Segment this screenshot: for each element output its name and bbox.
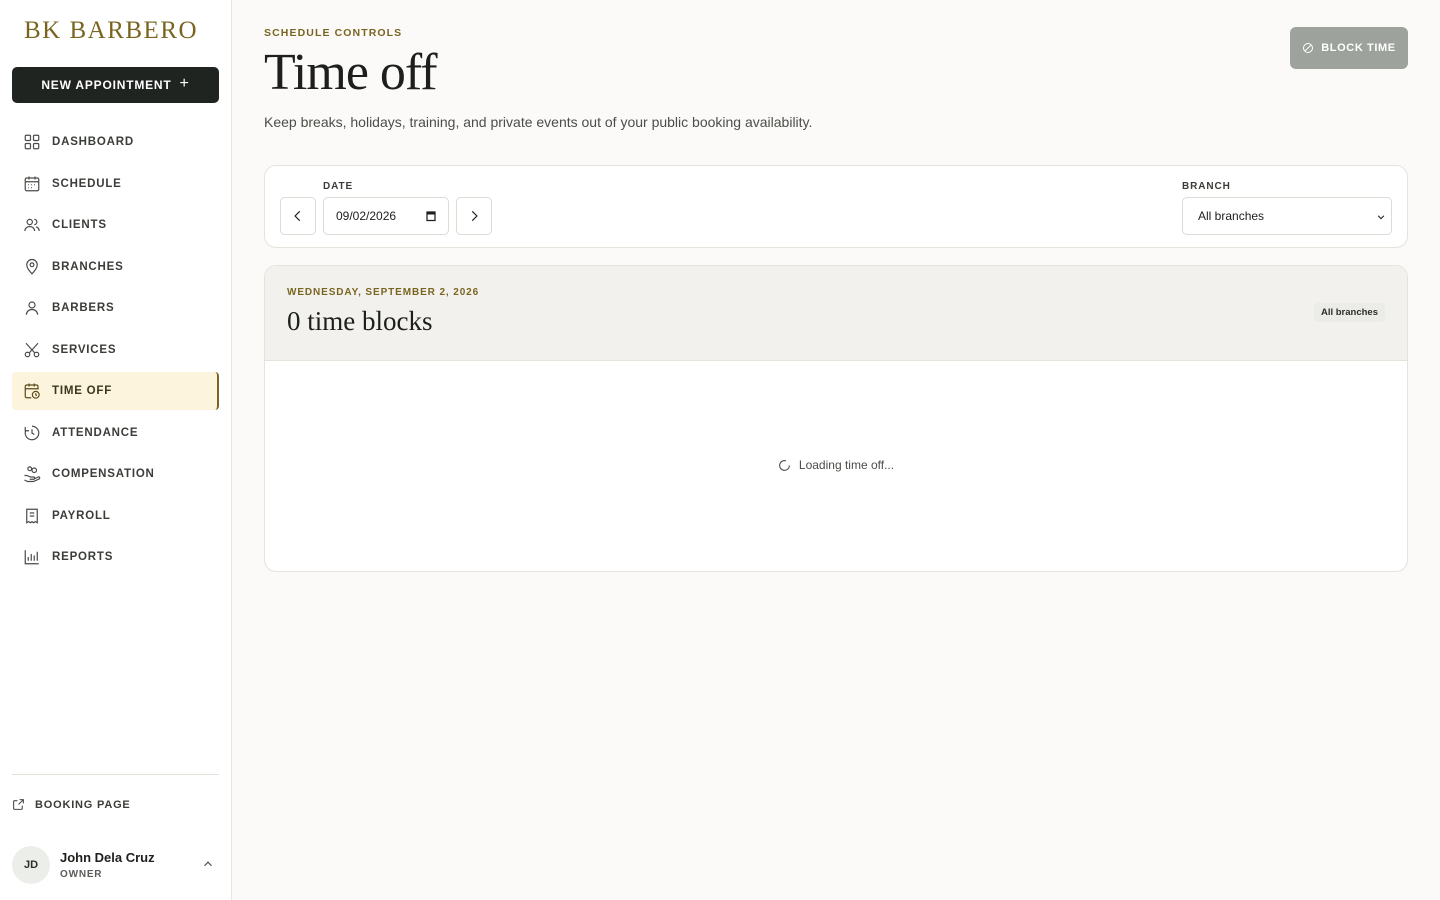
sidebar-item-reports[interactable]: REPORTS [12, 538, 219, 576]
user-info: John Dela Cruz OWNER [60, 850, 155, 880]
sidebar-item-label: CLIENTS [52, 219, 107, 231]
section-eyebrow: SCHEDULE CONTROLS [264, 27, 403, 39]
chevron-down-icon [1377, 215, 1385, 220]
sidebar-item-label: SERVICES [52, 343, 117, 356]
sidebar-item-label: COMPENSATION [52, 468, 155, 480]
loading-text: Loading time off... [798, 458, 895, 472]
bar-chart-icon [24, 550, 39, 565]
sidebar-item-label: TIME OFF [52, 385, 113, 397]
user-name: John Dela Cruz [60, 850, 155, 865]
sidebar-item-dashboard[interactable]: DASHBOARD [12, 123, 219, 161]
branch-label: BRANCH [1182, 181, 1231, 192]
chevron-left-icon [294, 210, 301, 222]
date-input[interactable]: 09/02/2026 [323, 197, 449, 235]
time-block-count: 0 time blocks [287, 306, 433, 336]
grid-icon [24, 134, 40, 150]
sidebar-item-schedule[interactable]: SCHEDULE [12, 165, 219, 203]
scissors-icon [24, 342, 40, 357]
calendar-icon [24, 176, 40, 191]
next-day-button[interactable] [456, 197, 492, 235]
new-appointment-label: NEW APPOINTMENT [41, 78, 172, 92]
sidebar-item-time-off[interactable]: TIME OFF [12, 372, 219, 410]
plus-icon: + [179, 75, 190, 92]
external-link-icon [13, 799, 24, 810]
new-appointment-button[interactable]: NEW APPOINTMENT + [12, 67, 219, 103]
brand-logo[interactable]: BK BARBERO [24, 17, 198, 45]
time-off-list: WEDNESDAY, SEPTEMBER 2, 2026 0 time bloc… [264, 265, 1408, 572]
booking-page-label: BOOKING PAGE [35, 798, 131, 811]
block-time-button[interactable]: BLOCK TIME [1290, 27, 1408, 69]
branch-badge: All branches [1313, 303, 1385, 322]
branch-select[interactable]: All branches [1182, 197, 1392, 235]
filter-bar: DATE 09/02/2026 BRANCH All branches [264, 165, 1408, 248]
list-date-heading: WEDNESDAY, SEPTEMBER 2, 2026 [287, 287, 480, 298]
calendar-clock-icon [24, 383, 40, 399]
page-description: Keep breaks, holidays, training, and pri… [264, 114, 813, 130]
sidebar-item-label: PAYROLL [52, 509, 111, 522]
avatar: JD [12, 846, 50, 884]
sidebar-item-label: BRANCHES [52, 260, 124, 273]
sidebar-item-services[interactable]: SERVICES [12, 331, 219, 369]
user-menu[interactable]: JD John Dela Cruz OWNER [12, 845, 219, 885]
sidebar-item-label: REPORTS [52, 551, 114, 563]
previous-day-button[interactable] [280, 197, 316, 235]
clock-icon [24, 425, 40, 440]
receipt-icon [26, 508, 38, 524]
user-icon [25, 301, 39, 315]
sidebar-item-branches[interactable]: BRANCHES [12, 248, 219, 286]
sidebar-item-clients[interactable]: CLIENTS [12, 206, 219, 244]
loading-indicator: Loading time off... [265, 458, 1407, 472]
branch-select-value: All branches [1198, 209, 1265, 223]
date-label: DATE [323, 181, 354, 192]
hand-coins-icon [24, 466, 41, 483]
sidebar: BK BARBERO NEW APPOINTMENT + DASHBOARD S… [0, 0, 232, 900]
chevron-right-icon [471, 210, 478, 222]
sidebar-item-label: BARBERS [52, 302, 115, 314]
chevron-up-icon [204, 861, 212, 867]
sidebar-item-payroll[interactable]: PAYROLL [12, 497, 219, 535]
ban-icon [1303, 43, 1314, 53]
users-icon [24, 218, 40, 232]
sidebar-nav: DASHBOARD SCHEDULE CLIENTS BRANCHES BARB… [12, 123, 219, 580]
sidebar-item-compensation[interactable]: COMPENSATION [12, 455, 219, 493]
sidebar-item-label: ATTENDANCE [52, 426, 139, 439]
map-pin-icon [26, 258, 38, 275]
calendar-icon[interactable] [425, 210, 437, 222]
page-title: Time off [264, 44, 438, 101]
spinner-icon [779, 459, 790, 471]
sidebar-item-attendance[interactable]: ATTENDANCE [12, 414, 219, 452]
sidebar-item-label: DASHBOARD [52, 136, 134, 148]
list-header: WEDNESDAY, SEPTEMBER 2, 2026 0 time bloc… [265, 266, 1407, 361]
sidebar-item-label: SCHEDULE [52, 177, 122, 190]
booking-page-link[interactable]: BOOKING PAGE [12, 798, 131, 811]
date-value: 09/02/2026 [336, 209, 397, 223]
user-role: OWNER [60, 869, 103, 880]
sidebar-item-barbers[interactable]: BARBERS [12, 289, 219, 327]
sidebar-divider [12, 774, 219, 775]
block-time-label: BLOCK TIME [1321, 42, 1396, 54]
